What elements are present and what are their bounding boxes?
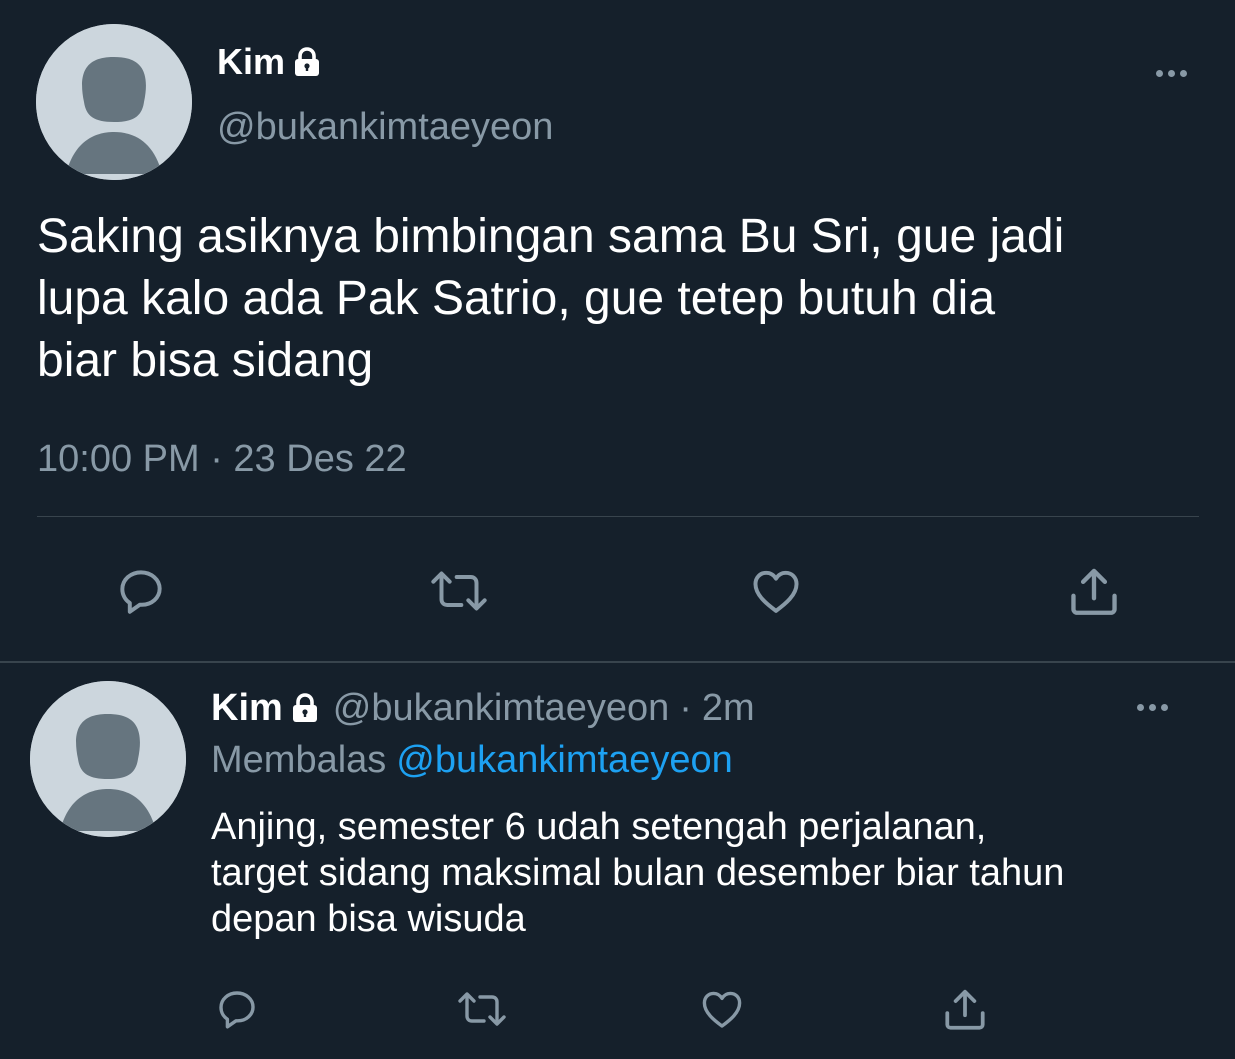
reply-separator: · bbox=[679, 687, 692, 729]
main-author-name[interactable]: Kim bbox=[217, 40, 285, 84]
section-divider bbox=[0, 661, 1235, 663]
retweet-icon bbox=[458, 992, 506, 1026]
lock-icon bbox=[292, 693, 317, 722]
like-button[interactable] bbox=[695, 982, 749, 1036]
default-profile-icon bbox=[36, 24, 192, 180]
reply-author-name[interactable]: Kim bbox=[211, 685, 283, 731]
like-icon bbox=[753, 570, 799, 613]
main-avatar[interactable] bbox=[36, 24, 192, 180]
reply-timestamp[interactable]: 2m bbox=[702, 685, 755, 731]
main-author-name-row[interactable]: Kim bbox=[217, 40, 323, 84]
more-options-icon[interactable] bbox=[1133, 700, 1172, 715]
share-icon bbox=[1071, 568, 1117, 615]
reply-icon bbox=[120, 570, 162, 614]
like-button[interactable] bbox=[744, 561, 808, 621]
default-profile-icon bbox=[30, 681, 186, 837]
replying-to: Membalas @bukankimtaeyeon bbox=[211, 737, 733, 783]
retweet-button[interactable] bbox=[424, 561, 494, 621]
like-icon bbox=[702, 991, 742, 1028]
reply-button[interactable] bbox=[210, 982, 264, 1036]
divider bbox=[37, 516, 1199, 517]
main-tweet-text: Saking asiknya bimbingan sama Bu Sri, gu… bbox=[37, 210, 1065, 387]
share-button[interactable] bbox=[1062, 561, 1126, 621]
retweet-button[interactable] bbox=[452, 982, 512, 1036]
replying-to-label: Membalas bbox=[211, 739, 387, 781]
reply-tweet-text: Anjing, semester 6 udah setengah perjala… bbox=[211, 806, 1065, 940]
main-author-handle[interactable]: @bukankimtaeyeon bbox=[217, 104, 553, 150]
main-tweet-timestamp[interactable]: 10:00 PM · 23 Des 22 bbox=[37, 436, 407, 482]
share-icon bbox=[945, 989, 985, 1030]
share-button[interactable] bbox=[938, 982, 992, 1036]
reply-button[interactable] bbox=[108, 561, 174, 621]
reply-author-handle[interactable]: @bukankimtaeyeon bbox=[333, 685, 669, 731]
retweet-icon bbox=[431, 571, 487, 611]
replying-to-link[interactable]: @bukankimtaeyeon bbox=[396, 739, 732, 781]
more-options-icon[interactable] bbox=[1152, 66, 1191, 81]
reply-header: Kim @bukankimtaeyeon · 2m bbox=[211, 685, 755, 731]
reply-avatar[interactable] bbox=[30, 681, 186, 837]
lock-icon bbox=[295, 47, 320, 76]
reply-icon bbox=[219, 991, 255, 1029]
